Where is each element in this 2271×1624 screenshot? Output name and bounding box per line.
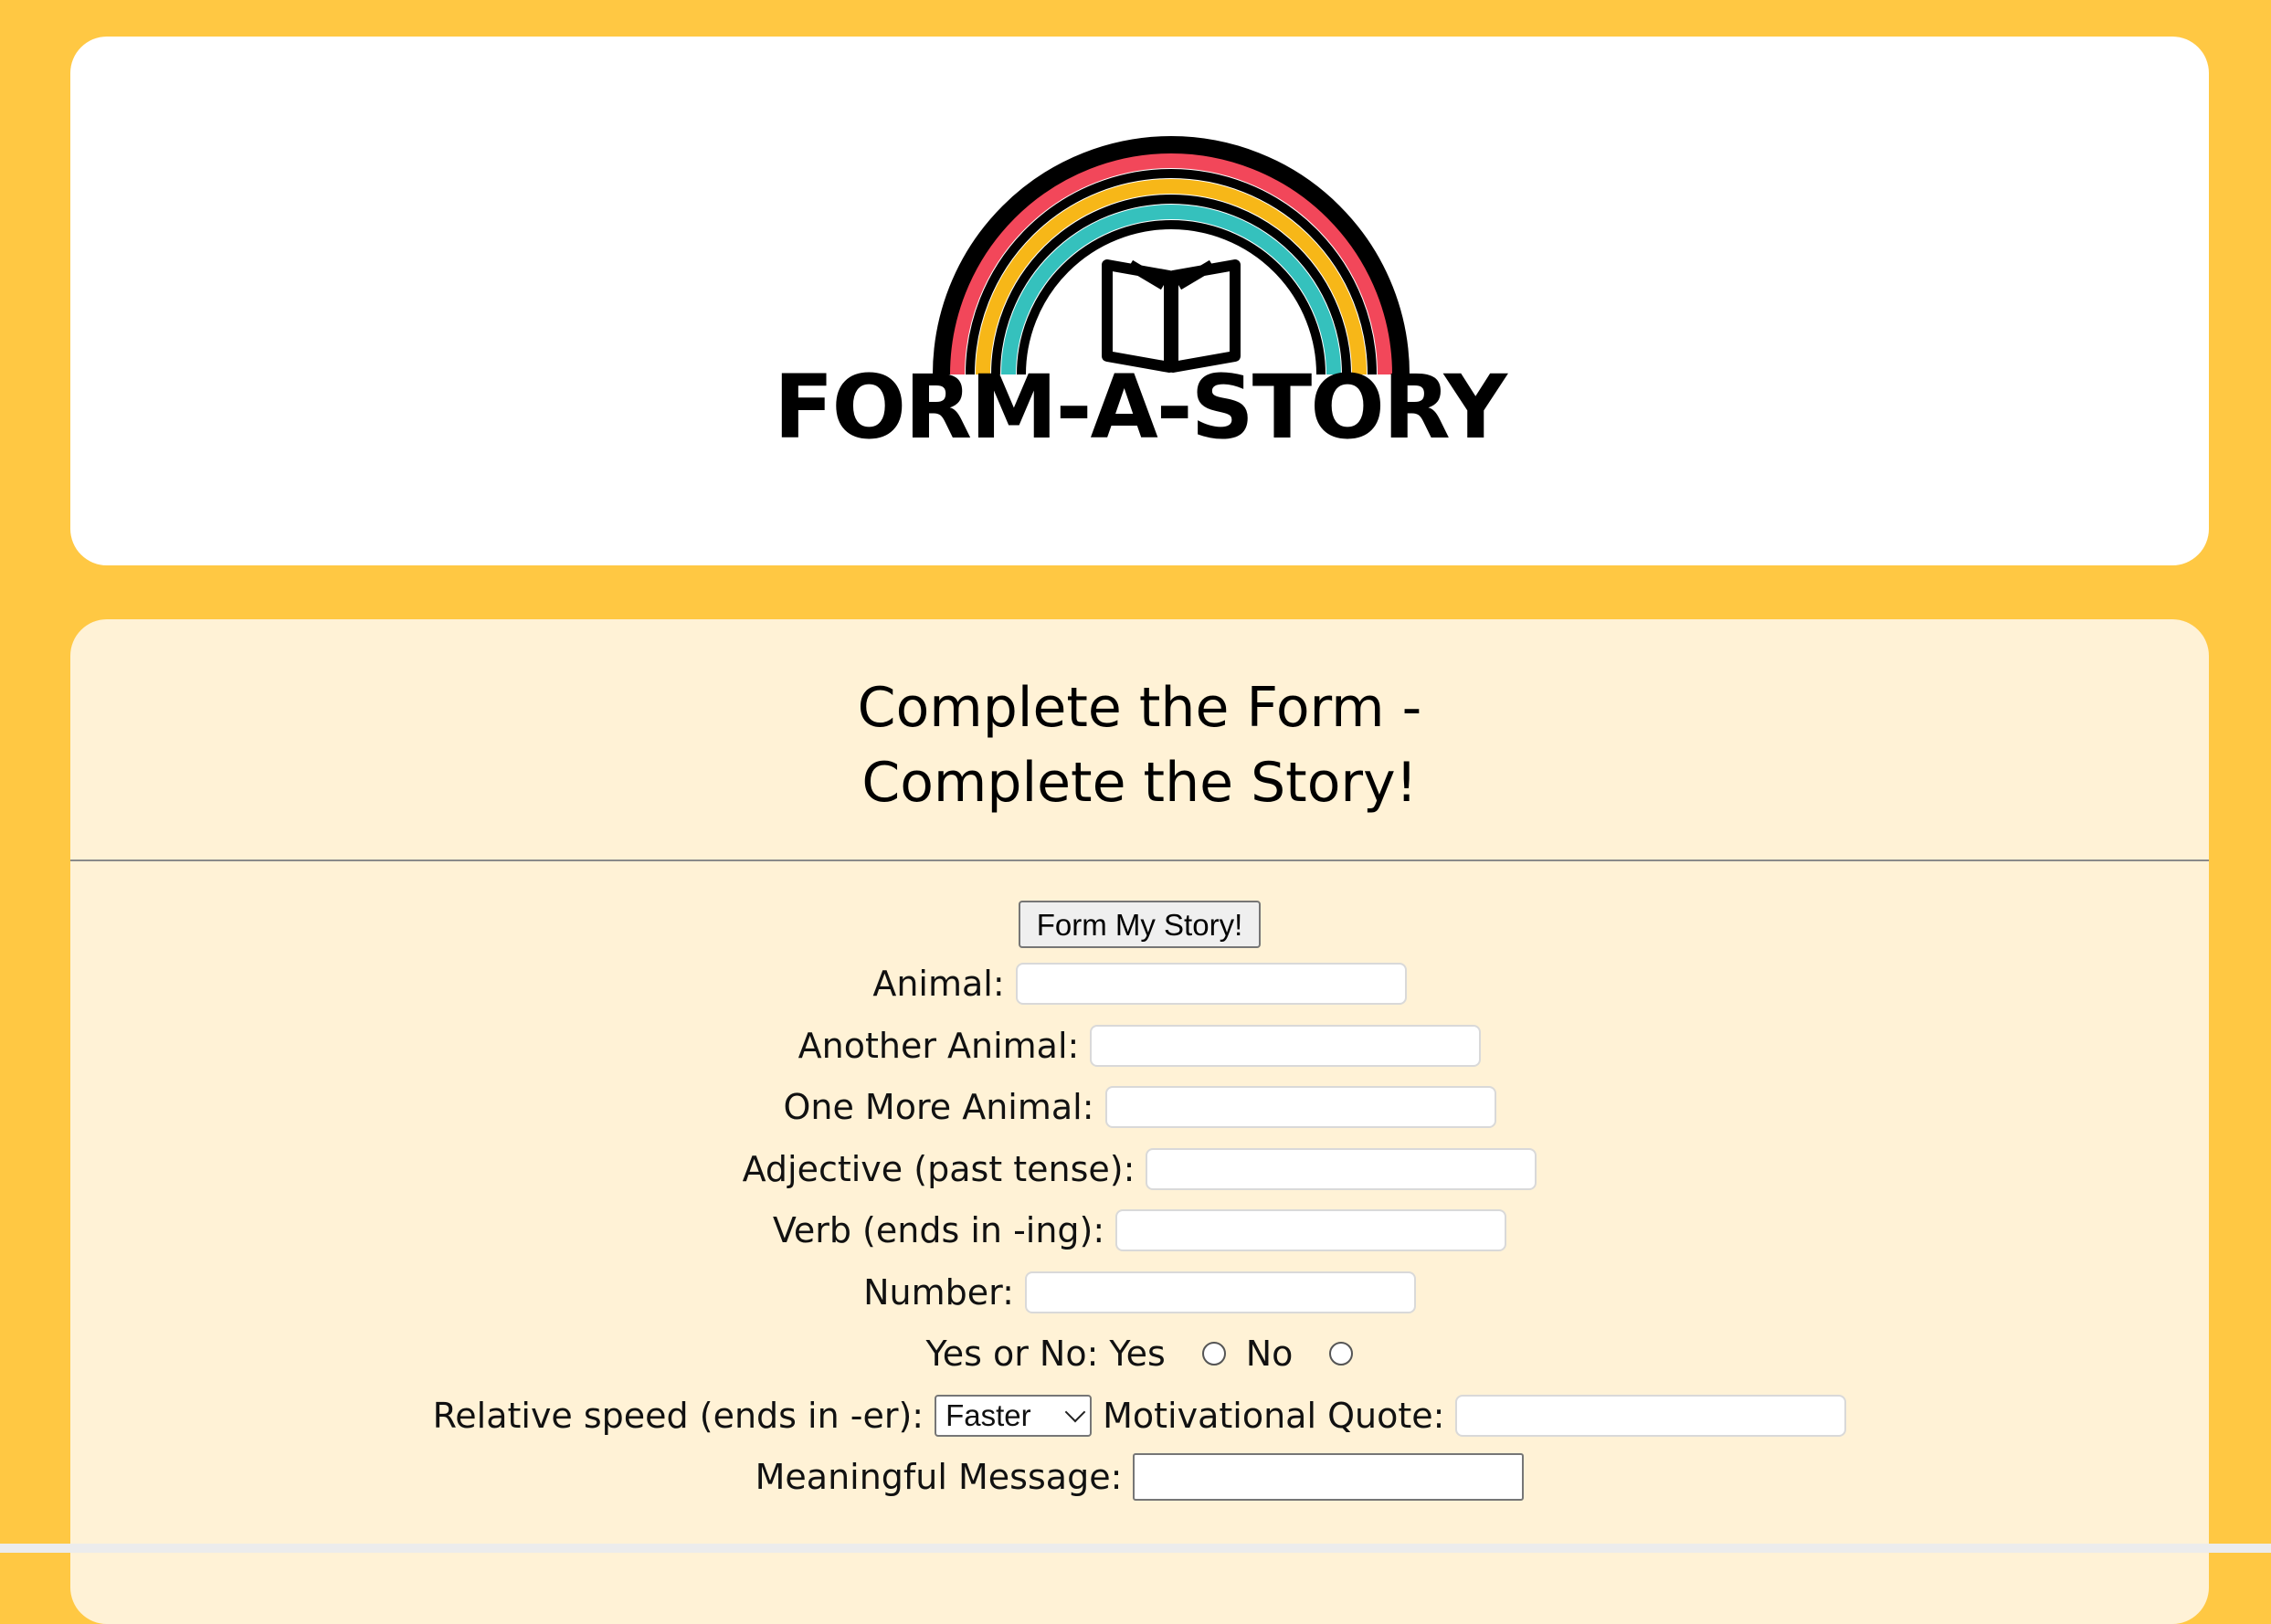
animal-input[interactable] [1015, 963, 1407, 1006]
another-animal-input[interactable] [1090, 1024, 1482, 1067]
form-my-story-button[interactable]: Form My Story! [1018, 900, 1262, 948]
meaningful-message-row: Meaningful Message: [70, 1447, 2209, 1509]
yes-no-label: Yes or No: [925, 1334, 1099, 1375]
animal-row: Animal: [70, 954, 2209, 1016]
logo-text: FORM-A-STORY [773, 356, 1507, 459]
chevron-down-icon [1064, 1401, 1086, 1423]
no-radio[interactable] [1329, 1342, 1354, 1366]
number-row: Number: [70, 1261, 2209, 1323]
adjective-label: Adjective (past tense): [742, 1148, 1136, 1189]
another-animal-label: Another Animal: [797, 1025, 1080, 1066]
number-input[interactable] [1024, 1271, 1416, 1313]
relative-speed-select[interactable]: Faster [935, 1394, 1093, 1437]
speed-quote-row: Relative speed (ends in -er): Faster Mot… [70, 1385, 2209, 1447]
logo: FORM-A-STORY [70, 37, 2209, 565]
form-title: Complete the Form - Complete the Story! [70, 670, 2209, 820]
story-form-card: Complete the Form - Complete the Story! … [70, 619, 2209, 1624]
form-title-line-1: Complete the Form - [857, 676, 1422, 740]
meaningful-message-input[interactable] [1133, 1453, 1525, 1502]
rainbow-book-icon [933, 136, 1410, 374]
meaningful-message-label: Meaningful Message: [755, 1457, 1123, 1498]
yes-option-label: Yes [1109, 1334, 1166, 1375]
relative-speed-value: Faster [945, 1397, 1031, 1432]
motivational-quote-input[interactable] [1455, 1394, 1847, 1437]
adjective-input[interactable] [1146, 1147, 1537, 1190]
bottom-strip [0, 1544, 2271, 1553]
submit-row: Form My Story! [70, 891, 2209, 954]
verb-row: Verb (ends in -ing): [70, 1200, 2209, 1262]
verb-input[interactable] [1115, 1209, 1507, 1252]
divider [70, 859, 2209, 861]
one-more-animal-label: One More Animal: [783, 1087, 1094, 1128]
relative-speed-label: Relative speed (ends in -er): [432, 1395, 924, 1436]
animal-label: Animal: [872, 964, 1005, 1005]
verb-label: Verb (ends in -ing): [772, 1210, 1105, 1251]
adjective-row: Adjective (past tense): [70, 1138, 2209, 1200]
yes-no-row: Yes or No: Yes No [70, 1323, 2209, 1386]
number-label: Number: [863, 1271, 1014, 1313]
header-card: FORM-A-STORY [70, 37, 2209, 565]
motivational-quote-label: Motivational Quote: [1103, 1395, 1445, 1436]
yes-radio[interactable] [1201, 1342, 1226, 1366]
no-option-label: No [1245, 1334, 1294, 1375]
one-more-animal-input[interactable] [1104, 1086, 1496, 1129]
form-title-line-2: Complete the Story! [861, 751, 1418, 815]
one-more-animal-row: One More Animal: [70, 1077, 2209, 1139]
another-animal-row: Another Animal: [70, 1015, 2209, 1077]
story-form: Form My Story! Animal: Another Animal: O… [70, 891, 2209, 1508]
